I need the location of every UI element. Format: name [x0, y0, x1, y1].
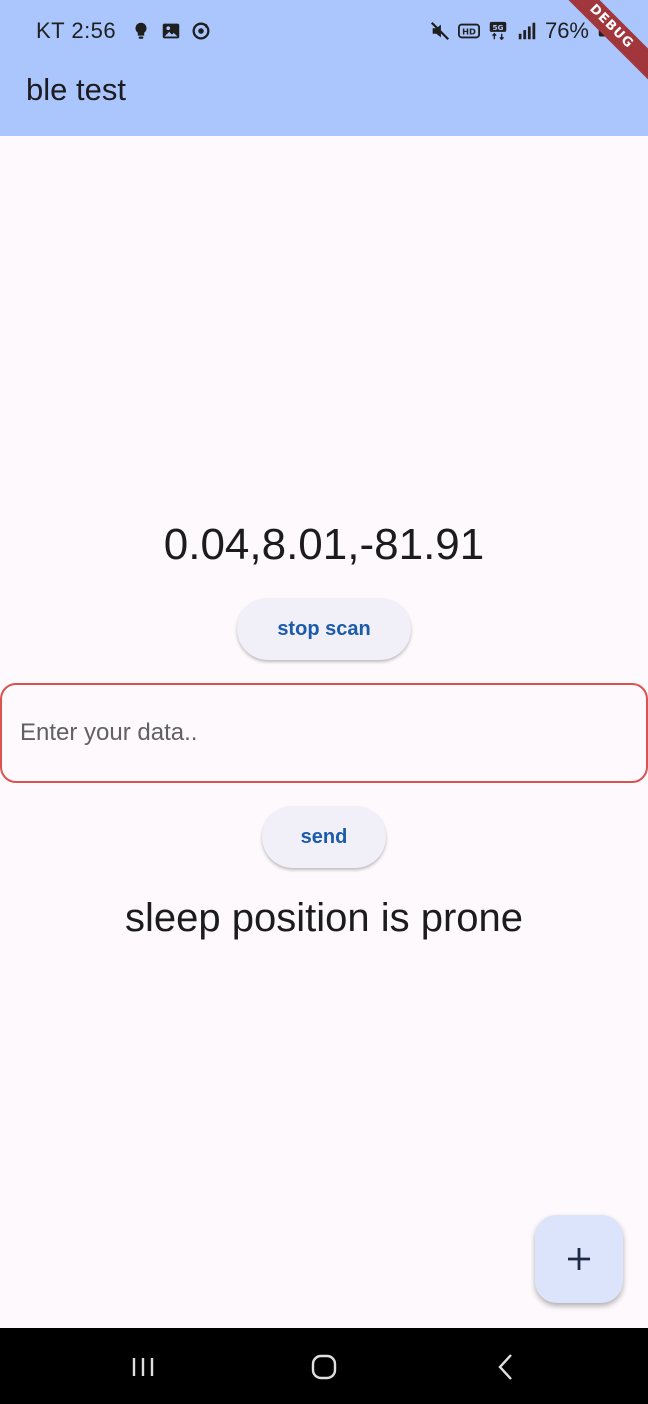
- hd-icon: HD: [457, 23, 480, 39]
- status-bar: KT 2:56 HD 5G 76%: [0, 0, 648, 64]
- svg-text:HD: HD: [462, 27, 476, 37]
- back-icon[interactable]: [491, 1352, 521, 1382]
- system-nav-bar: [0, 1328, 648, 1404]
- status-left-icons: [130, 20, 212, 42]
- mute-icon: [430, 21, 450, 41]
- 5g-icon: 5G: [489, 21, 507, 41]
- send-button[interactable]: send: [262, 806, 386, 868]
- image-icon: [162, 23, 180, 39]
- sleep-position-status: sleep position is prone: [124, 896, 524, 940]
- data-input-placeholder: Enter your data..: [20, 719, 198, 746]
- status-time: KT 2:56: [36, 18, 117, 43]
- page-title: ble test: [26, 72, 126, 107]
- add-fab-button[interactable]: [535, 1215, 623, 1303]
- data-input[interactable]: Enter your data..: [0, 683, 648, 783]
- sync-icon: [192, 22, 210, 40]
- battery-percent: 76%: [544, 18, 589, 43]
- recents-icon[interactable]: [128, 1352, 158, 1382]
- signal-icon: [518, 22, 536, 40]
- stop-scan-button[interactable]: stop scan: [237, 598, 411, 660]
- lightbulb-icon: [135, 22, 147, 39]
- home-icon[interactable]: [309, 1352, 339, 1382]
- app-bar: KT 2:56 HD 5G 76% ble test DEBUG: [0, 0, 648, 136]
- svg-text:5G: 5G: [492, 23, 503, 32]
- sensor-reading: 0.04,8.01,-81.91: [163, 520, 485, 569]
- plus-icon: [568, 1248, 590, 1270]
